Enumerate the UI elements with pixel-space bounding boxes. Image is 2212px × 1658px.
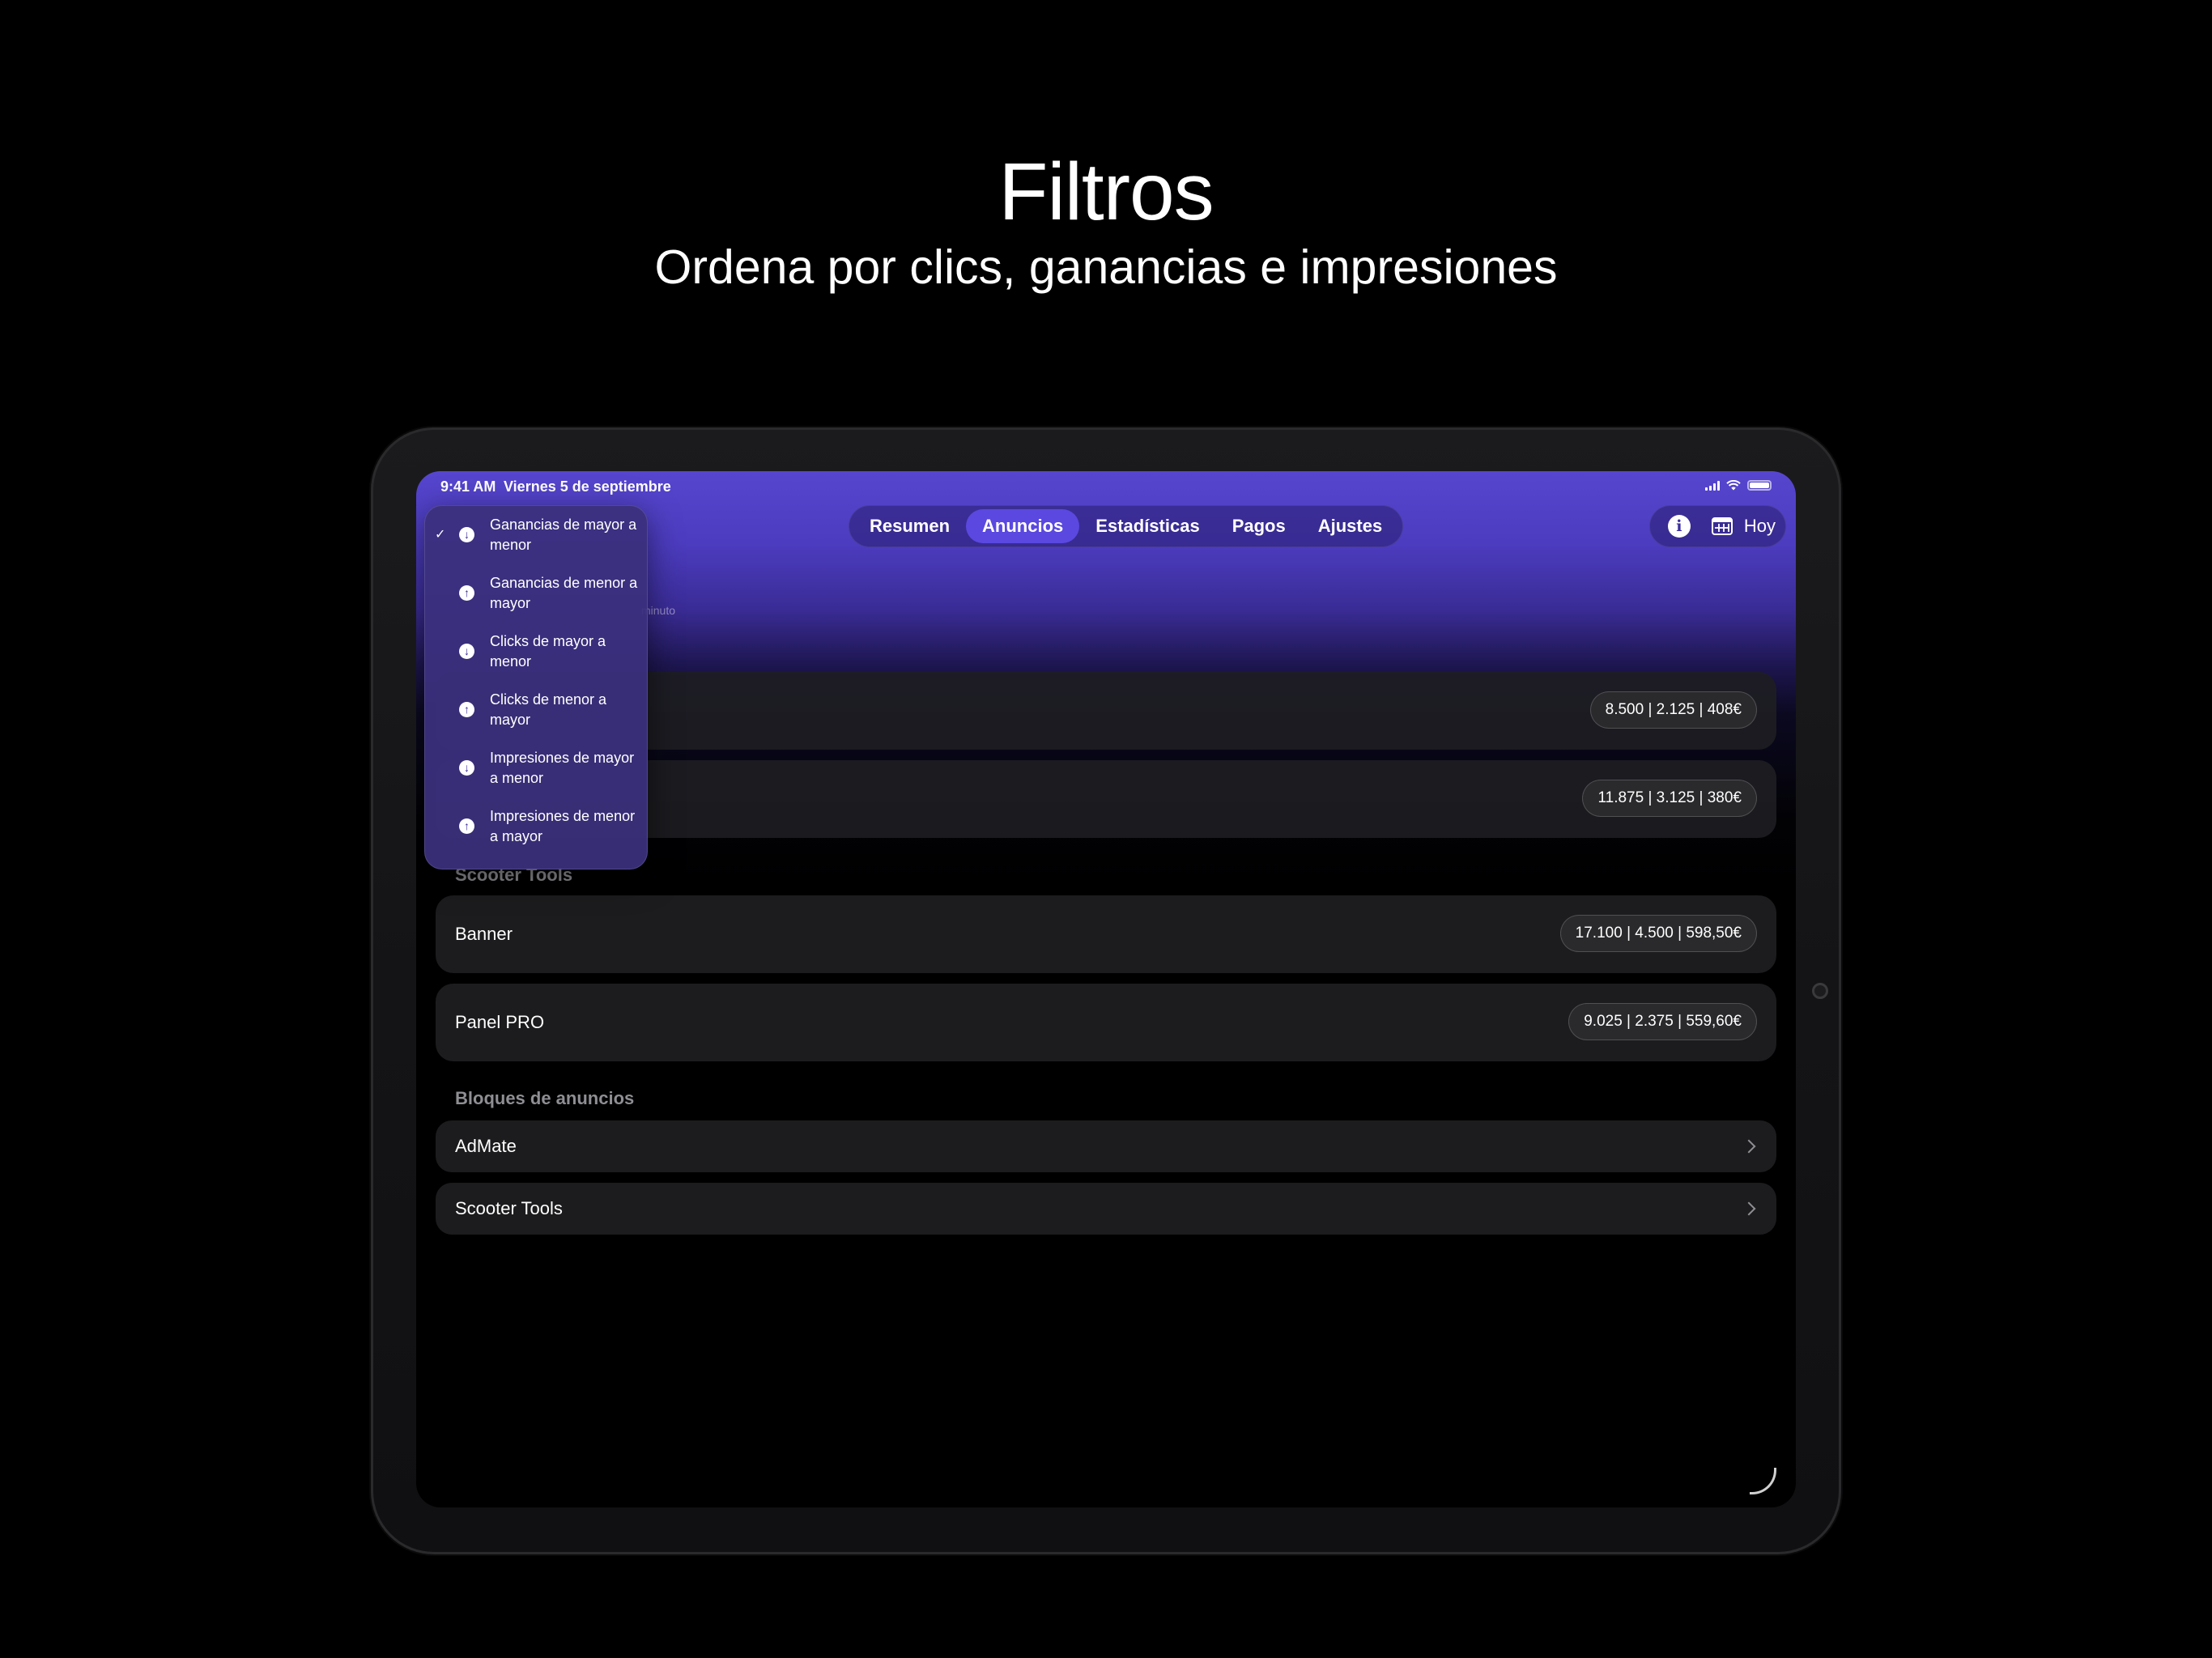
calendar-icon <box>1711 517 1733 535</box>
today-button[interactable]: Hoy <box>1744 516 1776 537</box>
stats-badge: 11.875 | 3.125 | 380€ <box>1582 780 1757 817</box>
ad-card-banner[interactable]: Banner 17.100 | 4.500 | 598,50€ <box>436 895 1776 973</box>
sort-option-label: Impresiones de mayor a menor <box>490 750 635 786</box>
loading-indicator-icon <box>1750 1468 1776 1494</box>
promo-title: Filtros <box>998 147 1214 237</box>
sort-option-impressions-asc[interactable]: ↑ Impresiones de menor a mayor <box>425 797 647 856</box>
tab-resumen[interactable]: Resumen <box>853 509 966 543</box>
camera-icon <box>1812 983 1828 999</box>
chevron-right-icon <box>1742 1201 1756 1216</box>
ad-card-panel-pro[interactable]: Panel PRO 9.025 | 2.375 | 559,60€ <box>436 984 1776 1061</box>
sort-option-label: Impresiones de menor a mayor <box>490 808 636 844</box>
arrow-down-circle-icon: ↓ <box>459 760 474 776</box>
tab-bar: Resumen Anuncios Estadísticas Pagos Ajus… <box>849 505 1404 547</box>
ad-card-label: Banner <box>455 924 513 944</box>
ad-block-row-scooter-tools[interactable]: Scooter Tools <box>436 1183 1776 1235</box>
info-icon[interactable]: i <box>1667 515 1691 538</box>
ad-card-label: Panel PRO <box>455 1012 545 1032</box>
sort-option-label: Clicks de menor a mayor <box>490 691 607 728</box>
status-date: Viernes 5 de septiembre <box>504 478 671 495</box>
toolbar-right: i Hoy <box>1648 505 1786 547</box>
ad-block-label: Scooter Tools <box>455 1198 563 1218</box>
arrow-up-circle-icon: ↑ <box>459 585 474 601</box>
sort-option-clicks-desc[interactable]: ↓ Clicks de mayor a menor <box>425 623 647 681</box>
sort-option-label: Clicks de mayor a menor <box>490 633 606 670</box>
arrow-up-circle-icon: ↑ <box>459 818 474 834</box>
battery-icon <box>1747 480 1772 491</box>
stats-badge: 8.500 | 2.125 | 408€ <box>1589 691 1757 729</box>
ad-block-row-admate[interactable]: AdMate <box>436 1120 1776 1172</box>
chevron-right-icon <box>1742 1139 1756 1154</box>
tab-estadisticas[interactable]: Estadísticas <box>1079 509 1215 543</box>
sort-option-impressions-desc[interactable]: ↓ Impresiones de mayor a menor <box>425 739 647 797</box>
ad-block-label: AdMate <box>455 1136 517 1156</box>
sort-option-earnings-desc[interactable]: ✓ ↓ Ganancias de mayor a menor <box>425 506 647 564</box>
arrow-down-circle-icon: ↓ <box>459 644 474 659</box>
sort-option-earnings-asc[interactable]: ↑ Ganancias de menor a mayor <box>425 564 647 623</box>
status-time: 9:41 AM <box>440 478 496 495</box>
stats-badge: 9.025 | 2.375 | 559,60€ <box>1568 1003 1757 1040</box>
arrow-up-circle-icon: ↑ <box>459 702 474 717</box>
arrow-down-circle-icon: ↓ <box>459 527 474 542</box>
status-bar: 9:41 AM Viernes 5 de septiembre <box>416 471 1796 504</box>
promo-subtitle: Ordena por clics, ganancias e impresione… <box>654 240 1558 294</box>
wifi-icon <box>1726 480 1741 491</box>
checkmark-icon: ✓ <box>435 528 446 542</box>
sort-menu: ✓ ↓ Ganancias de mayor a menor ↑ Gananci… <box>424 505 648 869</box>
sort-option-clicks-asc[interactable]: ↑ Clicks de menor a mayor <box>425 681 647 739</box>
section-header-ad-blocks: Bloques de anuncios <box>455 1088 635 1108</box>
app-screen: 9:41 AM Viernes 5 de septiembre Resumen … <box>416 471 1796 1507</box>
tab-anuncios[interactable]: Anuncios <box>966 509 1080 543</box>
tab-ajustes[interactable]: Ajustes <box>1302 509 1398 543</box>
status-icons <box>1705 480 1772 491</box>
tab-pagos[interactable]: Pagos <box>1216 509 1302 543</box>
sort-option-label: Ganancias de mayor a menor <box>490 517 637 553</box>
stats-badge: 17.100 | 4.500 | 598,50€ <box>1559 915 1757 952</box>
signal-icon <box>1705 480 1720 491</box>
sort-option-label: Ganancias de menor a mayor <box>490 575 638 611</box>
